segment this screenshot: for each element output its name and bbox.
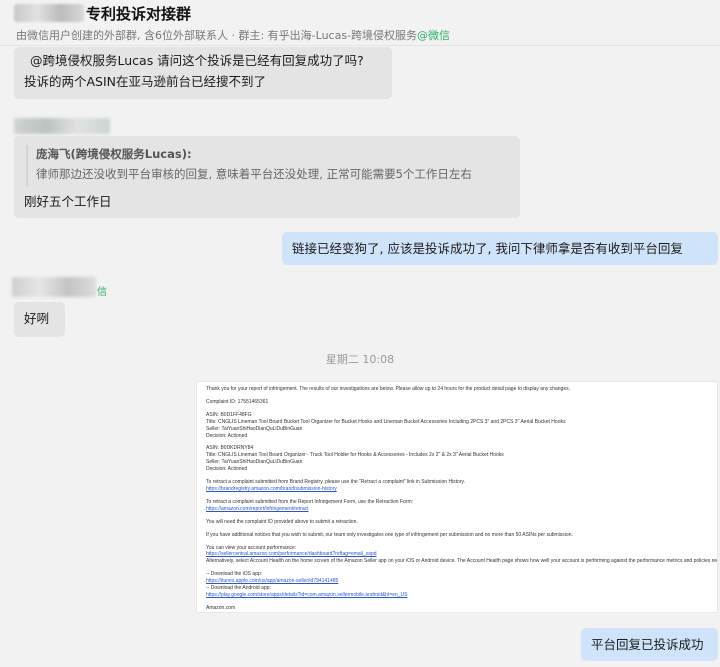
message-text: 链接已经变狗了, 应该是投诉成功了, 我问下律师拿是否有收到平台回复 [292,241,683,256]
group-subtitle-text: 由微信用户创建的外部群, 含6位外部联系人 · 群主: 有乎出海-Lucas-跨… [16,29,418,42]
document-line: If you have additional notices that you … [206,531,573,538]
message-bubble-3[interactable]: 链接已经变狗了, 应该是投诉成功了, 我问下律师拿是否有收到平台回复 [282,232,718,265]
sender-name-blur [14,118,110,134]
document-line: Seller: TaiYuanShiHaoDianQuLiDuBinGuan [206,425,303,432]
wechat-tag: @微信 [417,29,451,42]
document-line: https://itunes.apple.com/us/app/amazon-s… [206,578,339,585]
document-line: You will need the complaint ID provided … [206,518,358,525]
document-line: https://play.google.com/store/apps/detai… [206,591,408,598]
message-text: @跨境侵权服务Lucas 请问这个投诉是已经有回复成功了吗? [30,53,364,68]
quoted-message: 庞海飞(跨境侵权服务Lucas): 律师那边还没收到平台审核的回复, 意味着平台… [26,145,514,187]
document-line: Title: CNGLIS Lineman Tool Board Organiz… [206,452,504,459]
document-line: Title: CNGLIS Lineman Tool Board Bucket … [206,418,566,425]
message-text: 好咧 [24,311,50,326]
sender-tag: 信 [97,287,107,298]
document-line: Thank you for your report of infringemen… [206,386,571,392]
group-subtitle: 由微信用户创建的外部群, 含6位外部联系人 · 群主: 有乎出海-Lucas-跨… [16,27,450,43]
message-timestamp: 星期二 10:08 [325,353,395,366]
chat-header: 专利投诉对接群 由微信用户创建的外部群, 含6位外部联系人 · 群主: 有乎出海… [0,0,720,46]
document-line: Decision: Actioned [206,466,248,473]
message-text: 平台回复已投诉成功 [591,637,704,652]
document-line: To retract a complaint submitted from th… [206,498,414,505]
document-line: https://sellercentral.amazon.com/perform… [206,551,377,558]
message-bubble-1[interactable]: @跨境侵权服务Lucas 请问这个投诉是已经有回复成功了吗? 投诉的两个ASIN… [14,47,392,99]
message-text: 投诉的两个ASIN在亚马逊前台已经搜不到了 [24,74,267,89]
message-bubble-4[interactable]: 好咧 [14,302,65,337]
quote-text: 律师那边还没收到平台审核的回复, 意味着平台还没处理, 正常可能需要5个工作日左… [36,167,472,181]
document-line: -- Download the Android app: [206,585,271,592]
document-line: Seller: TaiYuanShiHaoDianQuLiDuBinGuan [206,459,303,466]
document-line: Amazon.com [206,604,236,611]
document-line: To retract a complaint submitted from Br… [206,479,466,486]
document-line: Alternatively, select Account Health on … [206,558,718,565]
group-avatar-blur [14,4,84,22]
document-line: https://amazon.com/report/infringement/r… [206,505,309,512]
message-text: 刚好五个工作日 [24,194,112,209]
document-line: https://brandregistry.amazon.com/brand/s… [206,485,337,492]
message-bubble-6[interactable]: 平台回复已投诉成功 [581,628,718,661]
document-line: ASIN: B0DKDRNY84 [206,445,254,452]
document-line: Complaint ID: 17551465361 [206,398,269,405]
group-title[interactable]: 专利投诉对接群 [86,3,191,24]
document-line: ASIN: B0D1FF48FG [206,411,252,418]
document-line: You can view your account performance: [206,544,297,551]
document-line: -- Download the iOS app: [206,571,263,578]
screenshot-image-message[interactable]: Thank you for your report of infringemen… [196,381,718,613]
quote-sender-name: 庞海飞(跨境侵权服务Lucas): [36,147,192,161]
sender-name-blur [12,277,96,297]
document-line: Decision: Actioned [206,432,248,439]
